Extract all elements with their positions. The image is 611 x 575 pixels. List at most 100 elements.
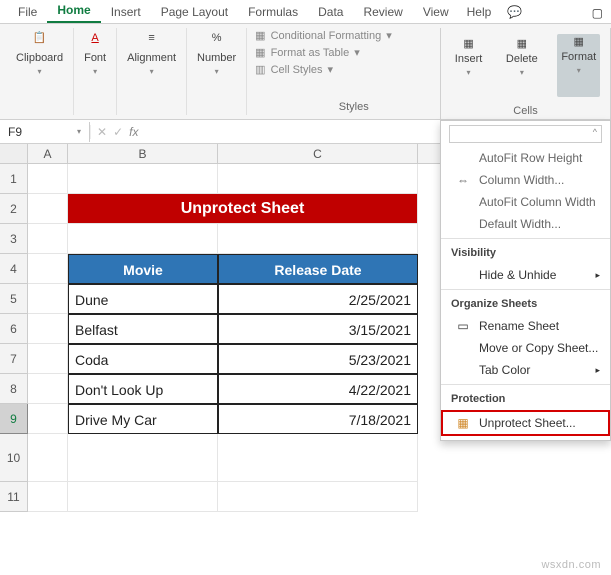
delete-cells-button[interactable]: ▦Delete▾ bbox=[502, 34, 542, 97]
percent-icon: % bbox=[208, 32, 226, 50]
menu-section-visibility: Visibility bbox=[441, 242, 610, 264]
tab-data[interactable]: Data bbox=[308, 1, 353, 23]
table-cell[interactable]: Belfast bbox=[68, 314, 218, 344]
watermark: wsxdn.com bbox=[541, 559, 601, 571]
row-header[interactable]: 6 bbox=[0, 314, 28, 344]
tab-home[interactable]: Home bbox=[47, 0, 100, 23]
paste-button[interactable]: 📋 Clipboard ▾ bbox=[12, 28, 67, 81]
format-as-table-button[interactable]: ▦Format as Table ▾ bbox=[253, 45, 454, 60]
row-header[interactable]: 3 bbox=[0, 224, 28, 254]
group-number: % Number ▾ bbox=[187, 28, 247, 115]
align-icon: ≡ bbox=[143, 32, 161, 50]
table-cell[interactable]: 3/15/2021 bbox=[218, 314, 418, 344]
fx-icon: fх bbox=[129, 125, 138, 139]
ribbon-tabs: File Home Insert Page Layout Formulas Da… bbox=[0, 0, 611, 24]
tab-insert[interactable]: Insert bbox=[101, 1, 151, 23]
chevron-down-icon: ▾ bbox=[150, 67, 154, 77]
chevron-right-icon: ▸ bbox=[595, 270, 600, 281]
format-cells-button[interactable]: ▦Format▾ bbox=[557, 34, 600, 97]
enter-icon: ✓ bbox=[113, 125, 123, 139]
btn-label: Alignment bbox=[127, 52, 176, 65]
table-cell[interactable]: 2/25/2021 bbox=[218, 284, 418, 314]
menu-rename-sheet[interactable]: ▭Rename Sheet bbox=[441, 315, 610, 337]
title-banner[interactable]: Unprotect Sheet bbox=[68, 194, 418, 224]
tab-help[interactable]: Help bbox=[459, 1, 500, 23]
format-icon: ▦ bbox=[574, 36, 584, 49]
chevron-down-icon: ▾ bbox=[215, 67, 219, 77]
btn-label: Number bbox=[197, 52, 236, 65]
menu-section-organize: Organize Sheets bbox=[441, 293, 610, 315]
col-header[interactable]: C bbox=[218, 144, 418, 163]
table-cell[interactable]: 7/18/2021 bbox=[218, 404, 418, 434]
table-header-movie[interactable]: Movie bbox=[68, 254, 218, 284]
menu-default-width[interactable]: Default Width... bbox=[441, 213, 610, 235]
row-header[interactable]: 5 bbox=[0, 284, 28, 314]
group-styles: ▦Conditional Formatting ▾ ▦Format as Tab… bbox=[247, 28, 461, 115]
group-label-cells: Cells bbox=[513, 103, 537, 119]
row-header[interactable]: 10 bbox=[0, 434, 28, 482]
insert-icon: ▦ bbox=[463, 38, 473, 51]
menu-section-protection: Protection bbox=[441, 388, 610, 410]
cellstyles-icon: ▥ bbox=[255, 63, 265, 76]
group-font: A Font ▾ bbox=[74, 28, 117, 115]
font-button[interactable]: A Font ▾ bbox=[80, 28, 110, 81]
tab-view[interactable]: View bbox=[413, 1, 459, 23]
share-button[interactable]: ▢ bbox=[584, 3, 611, 23]
menu-tab-color[interactable]: Tab Color▸ bbox=[441, 359, 610, 381]
font-icon: A bbox=[86, 32, 104, 50]
col-header[interactable]: A bbox=[28, 144, 68, 163]
btn-label: Clipboard bbox=[16, 52, 63, 65]
number-button[interactable]: % Number ▾ bbox=[193, 28, 240, 81]
row-header[interactable]: 11 bbox=[0, 482, 28, 512]
table-cell[interactable]: 4/22/2021 bbox=[218, 374, 418, 404]
rename-icon: ▭ bbox=[455, 319, 471, 333]
dropdown-search[interactable] bbox=[449, 125, 602, 143]
name-box[interactable]: F9▾ bbox=[0, 122, 90, 142]
cell-styles-button[interactable]: ▥Cell Styles ▾ bbox=[253, 62, 454, 77]
row-header[interactable]: 9 bbox=[0, 404, 28, 434]
menu-column-width[interactable]: ⇔Column Width... bbox=[441, 169, 610, 191]
row-header[interactable]: 1 bbox=[0, 164, 28, 194]
col-width-icon: ⇔ bbox=[455, 173, 471, 187]
table-cell[interactable]: Don't Look Up bbox=[68, 374, 218, 404]
conditional-formatting-button[interactable]: ▦Conditional Formatting ▾ bbox=[253, 28, 454, 43]
menu-move-copy-sheet[interactable]: Move or Copy Sheet... bbox=[441, 337, 610, 359]
menu-unprotect-sheet[interactable]: ▦Unprotect Sheet... bbox=[441, 410, 610, 436]
cond-format-icon: ▦ bbox=[255, 29, 265, 42]
group-alignment: ≡ Alignment ▾ bbox=[117, 28, 187, 115]
tab-file[interactable]: File bbox=[8, 1, 47, 23]
group-clipboard: 📋 Clipboard ▾ bbox=[6, 28, 74, 115]
row-header[interactable]: 8 bbox=[0, 374, 28, 404]
row-header[interactable]: 4 bbox=[0, 254, 28, 284]
chevron-down-icon: ▾ bbox=[38, 67, 42, 77]
table-cell[interactable]: Coda bbox=[68, 344, 218, 374]
tab-formulas[interactable]: Formulas bbox=[238, 1, 308, 23]
chevron-right-icon: ▸ bbox=[595, 365, 600, 376]
tab-review[interactable]: Review bbox=[353, 1, 412, 23]
unprotect-icon: ▦ bbox=[455, 416, 471, 430]
menu-autofit-row-height[interactable]: AutoFit Row Height bbox=[441, 147, 610, 169]
menu-autofit-column-width[interactable]: AutoFit Column Width bbox=[441, 191, 610, 213]
row-header[interactable]: 2 bbox=[0, 194, 28, 224]
table-cell[interactable]: Dune bbox=[68, 284, 218, 314]
menu-hide-unhide[interactable]: Hide & Unhide▸ bbox=[441, 264, 610, 286]
insert-cells-button[interactable]: ▦Insert▾ bbox=[451, 34, 487, 97]
alignment-button[interactable]: ≡ Alignment ▾ bbox=[123, 28, 180, 81]
table-icon: ▦ bbox=[255, 46, 265, 59]
chevron-down-icon: ▾ bbox=[77, 127, 81, 136]
select-all-triangle[interactable] bbox=[0, 144, 28, 163]
comments-icon[interactable]: 💬 bbox=[499, 1, 530, 23]
table-cell[interactable]: 5/23/2021 bbox=[218, 344, 418, 374]
chevron-down-icon: ▾ bbox=[93, 67, 97, 77]
cancel-icon: ✕ bbox=[97, 125, 107, 139]
clipboard-icon: 📋 bbox=[31, 32, 49, 50]
table-header-date[interactable]: Release Date bbox=[218, 254, 418, 284]
col-header[interactable]: B bbox=[68, 144, 218, 163]
format-dropdown: AutoFit Row Height ⇔Column Width... Auto… bbox=[440, 120, 611, 441]
cells-panel: ▦Insert▾ ▦Delete▾ ▦Format▾ Cells bbox=[440, 28, 611, 120]
share-icon: ▢ bbox=[592, 6, 603, 20]
table-cell[interactable]: Drive My Car bbox=[68, 404, 218, 434]
row-header[interactable]: 7 bbox=[0, 344, 28, 374]
tab-page-layout[interactable]: Page Layout bbox=[151, 1, 238, 23]
delete-icon: ▦ bbox=[517, 38, 527, 51]
